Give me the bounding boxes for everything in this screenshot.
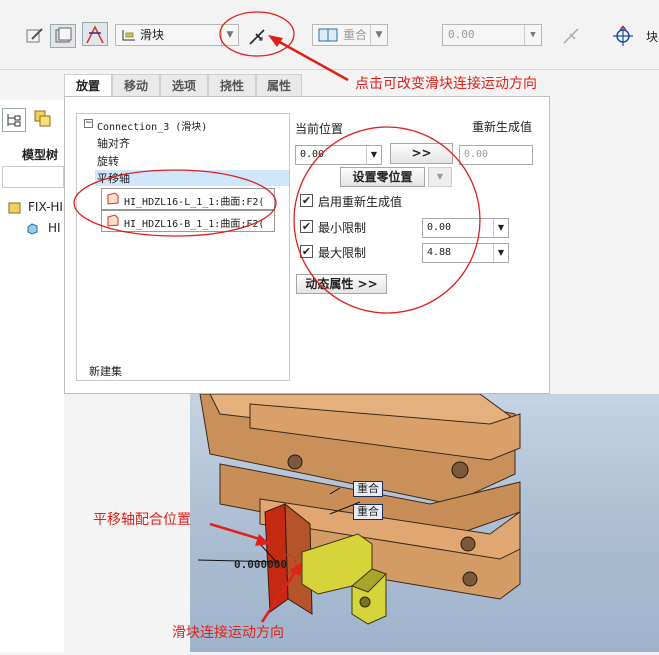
direction-note: 滑块连接运动方向 [172, 625, 284, 641]
axis-position-note: 平移轴配合位置 [93, 512, 191, 528]
panel-annotation-graphics [73, 126, 481, 314]
